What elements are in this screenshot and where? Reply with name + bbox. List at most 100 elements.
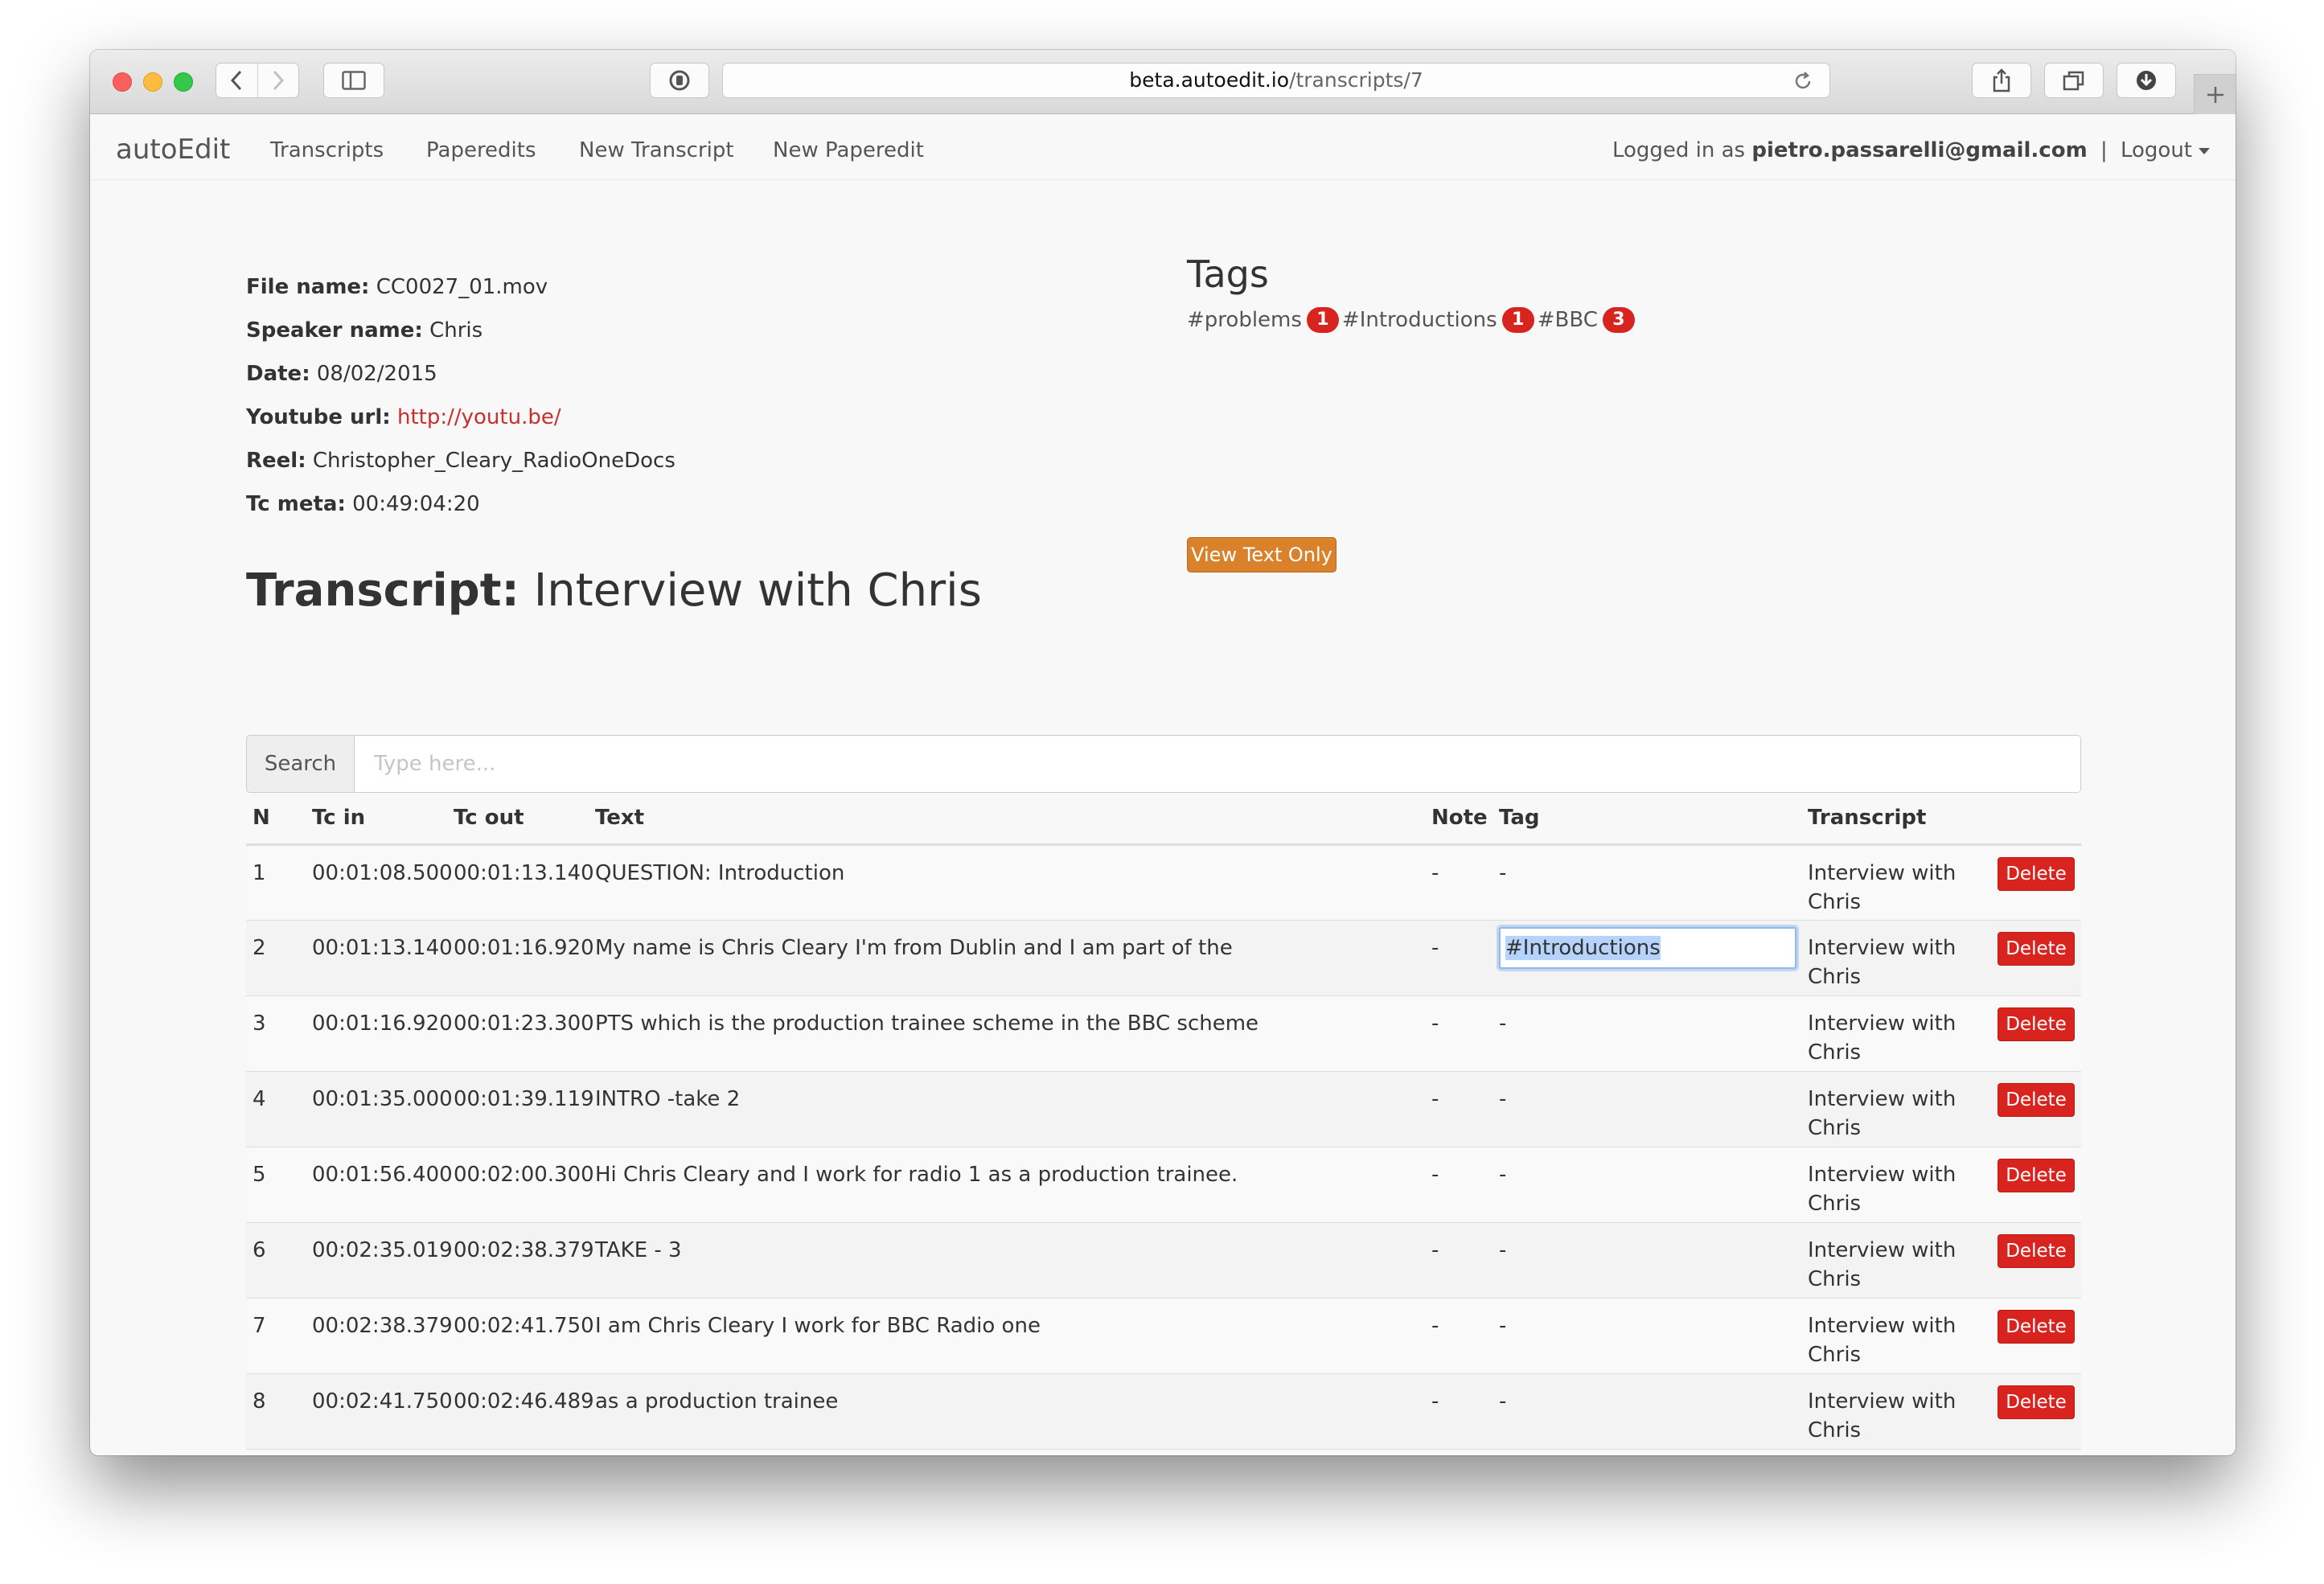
search-input[interactable] bbox=[355, 736, 2080, 792]
tags-title: Tags bbox=[1187, 252, 1269, 296]
cell-text[interactable]: I am Chris Cleary I work for BBC Radio o… bbox=[589, 1297, 1425, 1373]
cell-transcript: Interview with Chris bbox=[1801, 843, 1991, 920]
cell-text[interactable]: PTS which is the production trainee sche… bbox=[589, 995, 1425, 1071]
delete-button[interactable]: Delete bbox=[1998, 1233, 2075, 1268]
new-tab-button[interactable] bbox=[2194, 74, 2236, 114]
plus-icon bbox=[2207, 86, 2223, 103]
cell-tc-in: 00:02:41.750 bbox=[306, 1373, 453, 1449]
column-header[interactable]: Note bbox=[1425, 793, 1493, 846]
cell-actions: Delete bbox=[1991, 1221, 2081, 1298]
sidebar-toggle-button[interactable] bbox=[323, 63, 384, 98]
table-row[interactable]: 5 00:01:56.400 00:02:00.300 Hi Chris Cleary… bbox=[246, 1146, 2081, 1222]
cell-n: 9 bbox=[246, 1448, 306, 1455]
cell-note[interactable]: - bbox=[1425, 995, 1493, 1071]
cell-tc-in: 00:01:08.500 bbox=[306, 843, 453, 920]
column-header[interactable]: Tc in bbox=[306, 793, 447, 846]
cell-note[interactable]: - bbox=[1425, 1448, 1493, 1455]
tag-item[interactable]: #Introductions 1 bbox=[1342, 307, 1538, 333]
cell-tag[interactable]: #Introductions bbox=[1493, 919, 1801, 995]
tags-list: #problems 1 #Introductions 1 #BBC 3 bbox=[1187, 307, 1638, 333]
cell-text[interactable]: Hi Chris Cleary and I work for radio 1 a… bbox=[589, 1146, 1425, 1222]
delete-button[interactable]: Delete bbox=[1998, 856, 2075, 891]
column-header[interactable]: N bbox=[246, 793, 306, 846]
logout-dropdown[interactable]: Logout bbox=[2121, 138, 2210, 162]
url-host: beta.autoedit.io bbox=[1129, 68, 1290, 92]
tag-item[interactable]: #BBC 3 bbox=[1538, 307, 1638, 333]
table-row[interactable]: 900:02:46.48900:02:49.780QUESTION: What … bbox=[246, 1448, 2081, 1455]
cell-tag[interactable]: - bbox=[1493, 1221, 1801, 1298]
cell-note[interactable]: - bbox=[1425, 919, 1493, 995]
table-row[interactable]: 4 00:01:35.000 00:01:39.119 INTRO -take 2--… bbox=[246, 1070, 2081, 1147]
delete-button[interactable]: Delete bbox=[1998, 1158, 2075, 1192]
transcript-heading-label: Transcript: bbox=[246, 564, 519, 617]
cell-tag[interactable]: - bbox=[1493, 1448, 1801, 1455]
cell-note[interactable]: - bbox=[1425, 1146, 1493, 1222]
delete-button[interactable]: Delete bbox=[1998, 1309, 2075, 1344]
tag-edit-input[interactable]: #Introductions bbox=[1499, 926, 1796, 969]
cell-n: 6 bbox=[246, 1221, 306, 1298]
download-icon bbox=[2137, 71, 2156, 90]
cell-n: 5 bbox=[246, 1146, 306, 1222]
table-row[interactable]: 1 00:01:08.500 00:01:13.140 QUESTION: Intro… bbox=[246, 843, 2081, 920]
youtube-link[interactable]: http://youtu.be/ bbox=[397, 405, 561, 429]
cell-n: 2 bbox=[246, 919, 306, 995]
reload-icon[interactable] bbox=[1792, 64, 1813, 102]
meta-value: 08/02/2015 bbox=[316, 362, 437, 386]
table-row[interactable]: 6 00:02:35.019 00:02:38.379 TAKE - 3- - Inter… bbox=[246, 1221, 2081, 1298]
cell-note[interactable]: - bbox=[1425, 1297, 1493, 1373]
cell-tc-in: 00:01:16.920 bbox=[306, 995, 453, 1071]
column-header[interactable]: Tc out bbox=[447, 793, 589, 846]
column-header[interactable]: Transcript bbox=[1801, 793, 1991, 846]
brand-logo[interactable]: autoEdit bbox=[116, 133, 230, 166]
cell-note[interactable]: - bbox=[1425, 1373, 1493, 1449]
table-row[interactable]: 3 00:01:16.920 00:01:23.300 PTS which is th… bbox=[246, 995, 2081, 1071]
cell-tag[interactable]: - bbox=[1493, 1373, 1801, 1449]
back-button[interactable] bbox=[216, 64, 257, 97]
meta-label: File name: bbox=[246, 275, 370, 299]
nav-paperedits[interactable]: Paperedits bbox=[426, 138, 536, 162]
nav-new-transcript[interactable]: New Transcript bbox=[579, 138, 734, 162]
share-icon bbox=[1993, 68, 2010, 92]
cell-text[interactable]: QUESTION: Introduction bbox=[589, 843, 1425, 920]
forward-button[interactable] bbox=[257, 64, 298, 97]
minimize-window-button[interactable] bbox=[143, 72, 162, 92]
delete-button[interactable]: Delete bbox=[1998, 931, 2075, 966]
cell-text[interactable]: TAKE - 3 bbox=[589, 1221, 1425, 1298]
sidebar-icon bbox=[342, 71, 366, 90]
delete-button[interactable]: Delete bbox=[1998, 1385, 2075, 1419]
cell-tag[interactable]: - bbox=[1493, 1297, 1801, 1373]
cell-note[interactable]: - bbox=[1425, 1221, 1493, 1298]
cell-tag[interactable]: - bbox=[1493, 1146, 1801, 1222]
nav-new-paperedit[interactable]: New Paperedit bbox=[773, 138, 924, 162]
cell-text[interactable]: INTRO -take 2 bbox=[589, 1070, 1425, 1147]
share-button[interactable] bbox=[1972, 63, 2031, 98]
column-header[interactable]: Text bbox=[589, 793, 1425, 846]
table-row[interactable]: 8 00:02:41.750 00:02:46.489 as a production… bbox=[246, 1373, 2081, 1449]
cell-note[interactable]: - bbox=[1425, 1070, 1493, 1147]
table-row[interactable]: 7 00:02:38.379 00:02:41.750 I am Chris Clea… bbox=[246, 1297, 2081, 1373]
address-bar[interactable]: beta.autoedit.io/transcripts/7 bbox=[722, 63, 1830, 98]
cell-tag[interactable]: - bbox=[1493, 843, 1801, 920]
view-text-only-button[interactable]: View Text Only bbox=[1187, 537, 1337, 572]
cell-text[interactable]: My name is Chris Cleary I'm from Dublin … bbox=[589, 919, 1425, 995]
downloads-button[interactable] bbox=[2117, 63, 2176, 98]
transcript-table: N Tc in Tc out Text Note Tag Transcript … bbox=[246, 793, 2081, 1455]
column-header bbox=[1991, 793, 2081, 846]
cell-tag[interactable]: - bbox=[1493, 995, 1801, 1071]
zoom-window-button[interactable] bbox=[174, 72, 193, 92]
tag-item[interactable]: #problems 1 bbox=[1187, 307, 1342, 333]
table-row[interactable]: 2 00:01:13.140 00:01:16.920 My name is Chri… bbox=[246, 919, 2081, 995]
cell-text[interactable]: as a production trainee bbox=[589, 1373, 1425, 1449]
cell-transcript: Interview with Chris bbox=[1801, 1221, 1991, 1298]
close-window-button[interactable] bbox=[113, 72, 132, 92]
cell-text[interactable]: QUESTION: What have you been doing in th… bbox=[589, 1448, 1425, 1455]
privacy-button[interactable] bbox=[650, 63, 709, 98]
column-header[interactable]: Tag bbox=[1493, 793, 1801, 846]
show-tabs-button[interactable] bbox=[2044, 63, 2104, 98]
cell-tag[interactable]: - bbox=[1493, 1070, 1801, 1147]
nav-transcripts[interactable]: Transcripts bbox=[270, 138, 384, 162]
cell-tc-out: 00:01:16.920 bbox=[447, 919, 594, 995]
delete-button[interactable]: Delete bbox=[1998, 1007, 2075, 1041]
delete-button[interactable]: Delete bbox=[1998, 1082, 2075, 1117]
cell-note[interactable]: - bbox=[1425, 843, 1493, 920]
